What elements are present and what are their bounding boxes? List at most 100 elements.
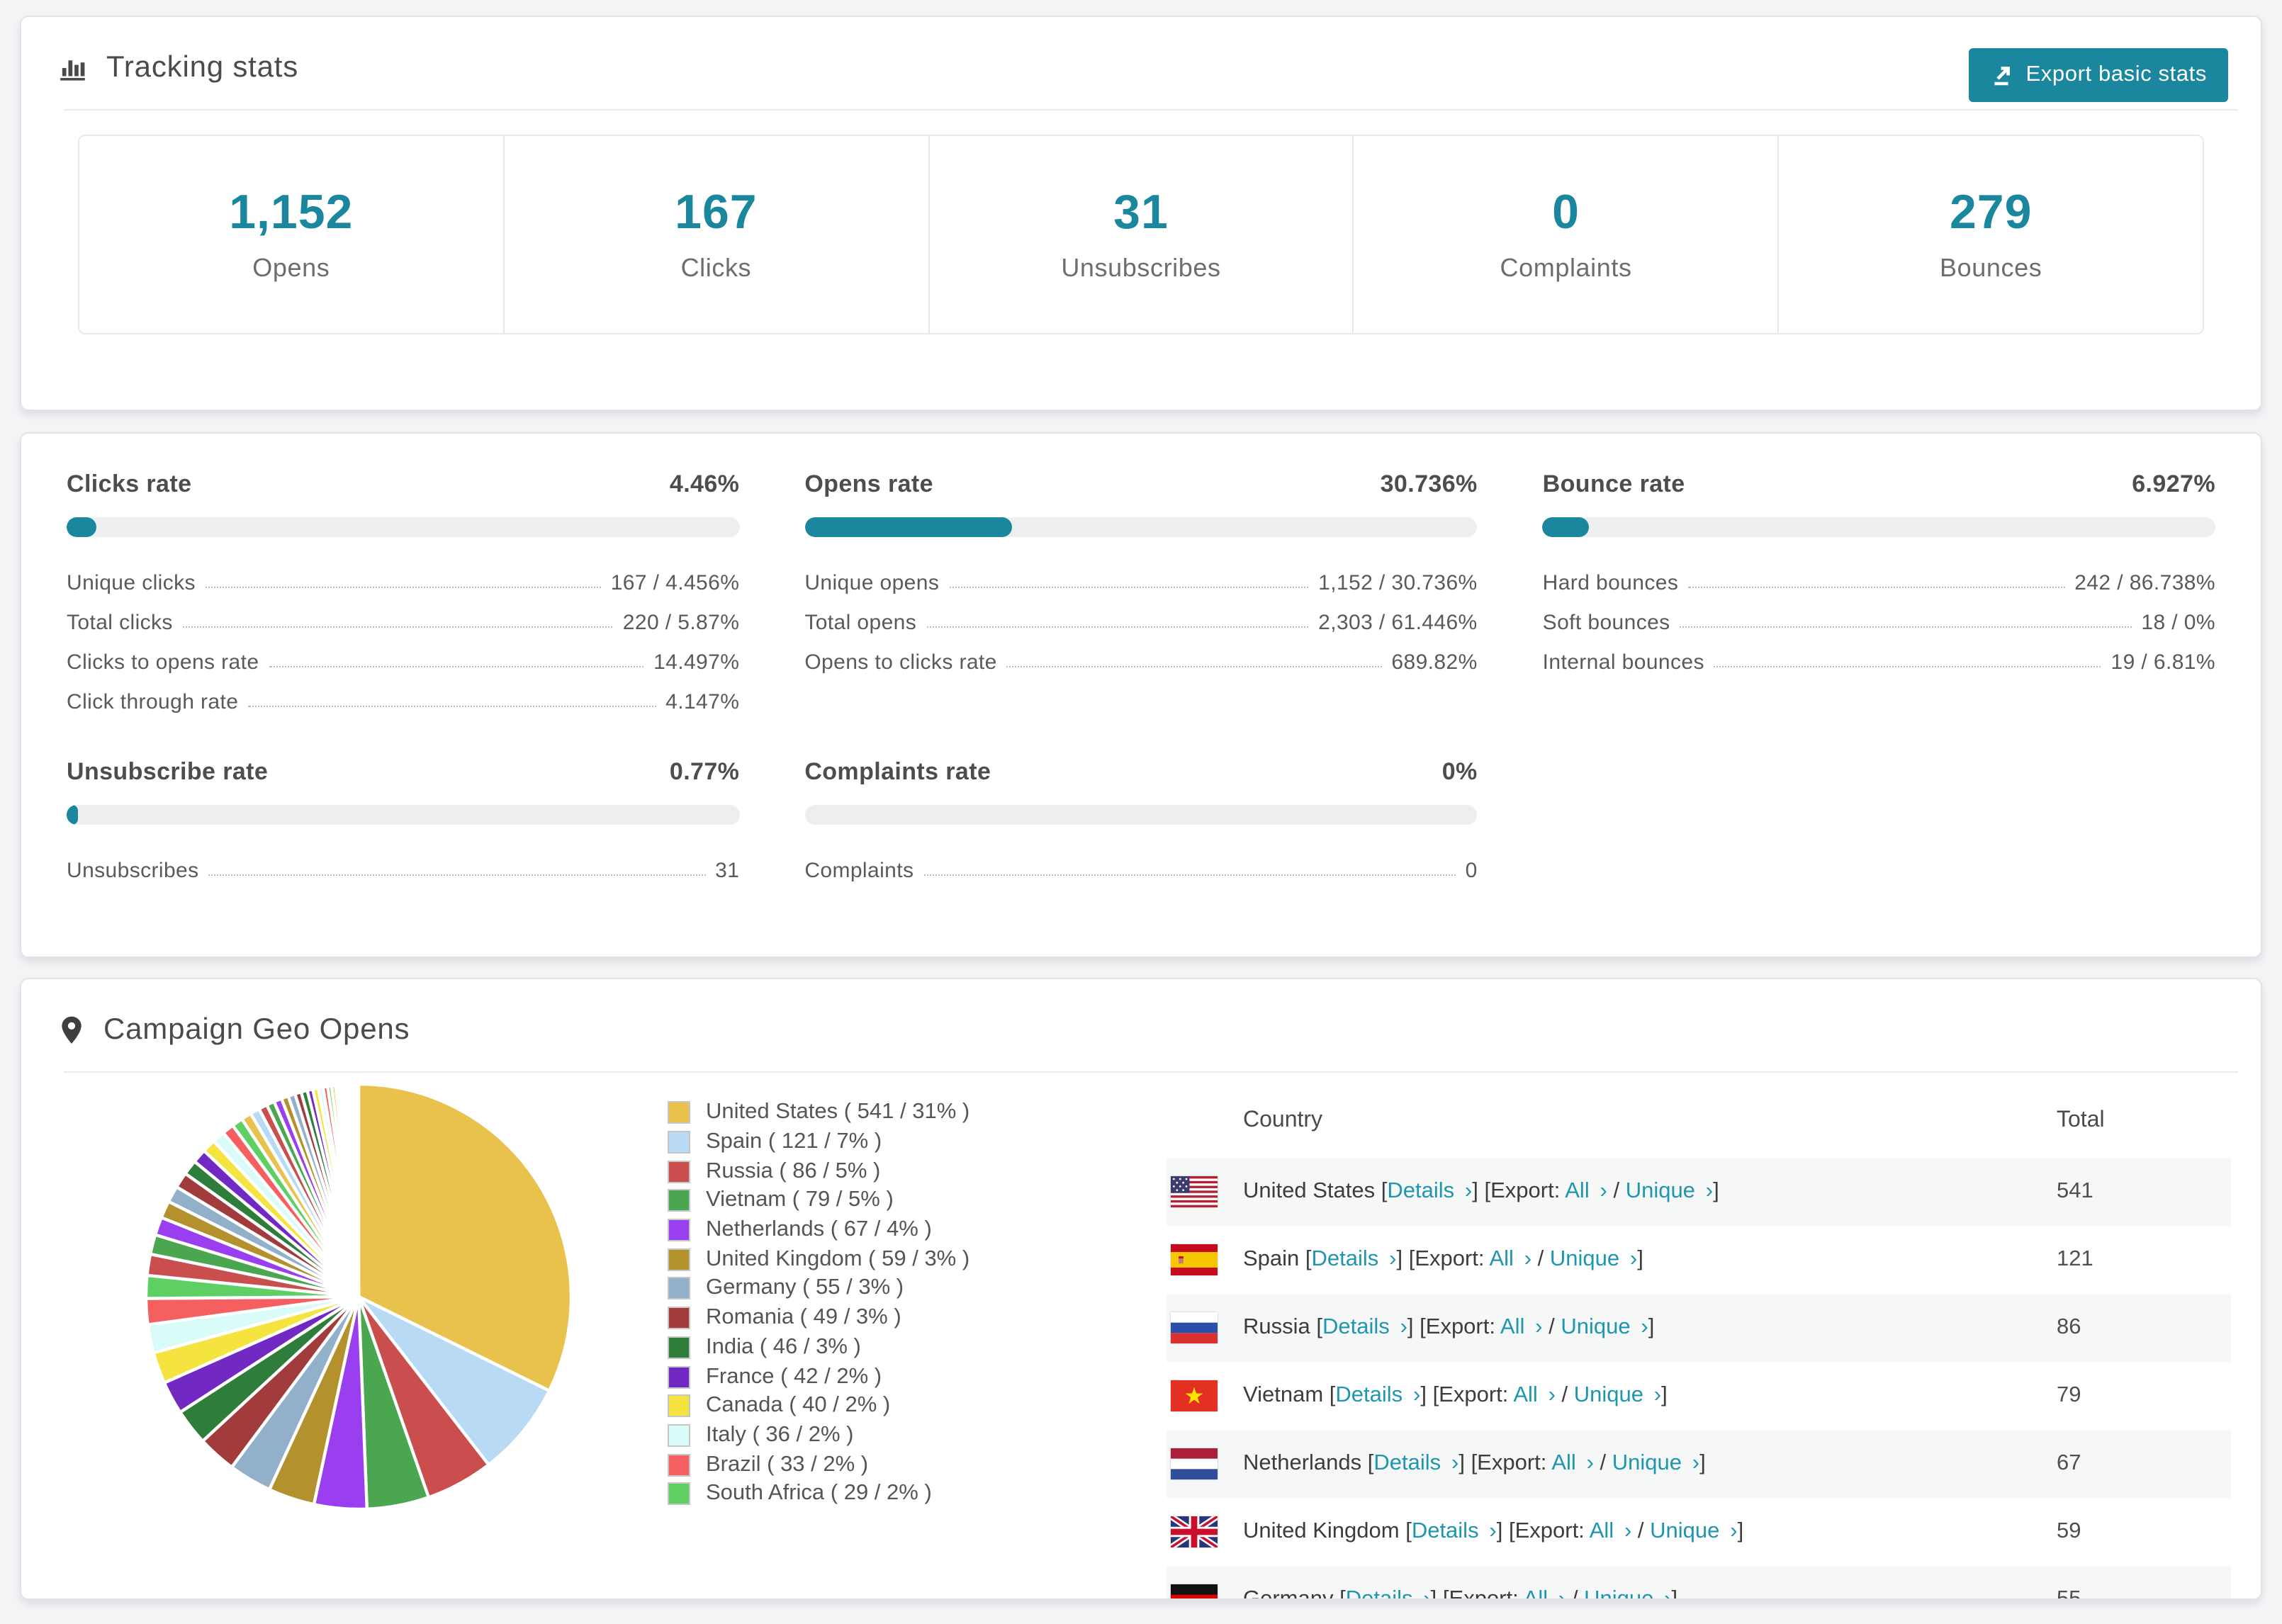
stat-label: Bounces bbox=[1940, 254, 2042, 282]
export-label: [Export: bbox=[1408, 1247, 1490, 1271]
stat-label: Complaints bbox=[1500, 254, 1632, 282]
export-all-link[interactable]: All › bbox=[1590, 1519, 1632, 1543]
details-link[interactable]: Details › bbox=[1322, 1315, 1407, 1339]
dotted-leader bbox=[1680, 626, 2132, 628]
bracket: ] bbox=[1472, 1179, 1485, 1203]
legend-item: India ( 46 / 3% ) bbox=[668, 1333, 969, 1362]
tracking-stats-title: Tracking stats bbox=[106, 51, 299, 84]
legend-label: Italy ( 36 / 2% ) bbox=[706, 1422, 854, 1447]
legend-item: Germany ( 55 / 3% ) bbox=[668, 1274, 969, 1303]
rate-progress-bar bbox=[67, 805, 740, 825]
export-unique-link[interactable]: Unique › bbox=[1650, 1519, 1737, 1543]
export-unique-link[interactable]: Unique › bbox=[1612, 1451, 1699, 1475]
country-cell: United States [Details ›] [Export: All ›… bbox=[1167, 1179, 2057, 1205]
rate-detail-label: Total clicks bbox=[67, 611, 173, 635]
country-name: Vietnam bbox=[1243, 1383, 1330, 1407]
rate-detail-row: Clicks to opens rate 14.497% bbox=[67, 641, 739, 680]
bracket: ] bbox=[1671, 1587, 1678, 1600]
pie-slice bbox=[356, 1082, 361, 1297]
legend-label: South Africa ( 29 / 2% ) bbox=[706, 1481, 932, 1506]
bracket: ] bbox=[1699, 1451, 1706, 1475]
table-row-vn: Vietnam [Details ›] [Export: All › / Uni… bbox=[1167, 1362, 2231, 1430]
legend-item: United Kingdom ( 59 / 3% ) bbox=[668, 1245, 969, 1274]
total-cell: 59 bbox=[2057, 1519, 2081, 1543]
details-link[interactable]: Details › bbox=[1412, 1519, 1497, 1543]
rates-bottom-row: Unsubscribe rate 0.77% Unsubscribes 31 Compl… bbox=[67, 758, 2215, 889]
legend-label: United States ( 541 / 31% ) bbox=[706, 1100, 970, 1124]
rate-detail-value: 167 / 4.456% bbox=[610, 571, 740, 595]
legend-item: Vietnam ( 79 / 5% ) bbox=[668, 1186, 969, 1215]
rate-detail-value: 689.82% bbox=[1391, 650, 1478, 675]
legend-label: United Kingdom ( 59 / 3% ) bbox=[706, 1246, 970, 1271]
geo-opens-table: Country Total United States [Details ›] … bbox=[1167, 1084, 2231, 1600]
export-unique-link[interactable]: Unique › bbox=[1550, 1247, 1637, 1271]
legend-item: Brazil ( 33 / 2% ) bbox=[668, 1450, 969, 1479]
country-cell: United Kingdom [Details ›] [Export: All … bbox=[1167, 1519, 2057, 1545]
export-all-link[interactable]: All › bbox=[1489, 1247, 1531, 1271]
rate-detail-value: 242 / 86.738% bbox=[2074, 571, 2215, 595]
es-flag-icon bbox=[1171, 1244, 1218, 1275]
geo-table-body: United States [Details ›] [Export: All ›… bbox=[1167, 1158, 2231, 1600]
legend-item: Romania ( 49 / 3% ) bbox=[668, 1304, 969, 1333]
rate-detail-label: Unique clicks bbox=[67, 571, 196, 595]
map-marker-icon bbox=[58, 1015, 85, 1046]
rate-detail-label: Unique opens bbox=[804, 571, 940, 595]
rate-detail-row: Unique opens 1,152 / 30.736% bbox=[804, 561, 1477, 601]
bracket: ] bbox=[1396, 1247, 1409, 1271]
export-all-link[interactable]: All › bbox=[1500, 1315, 1543, 1339]
table-row-ru: Russia [Details ›] [Export: All › / Uniq… bbox=[1167, 1294, 2231, 1362]
legend-label: France ( 42 / 2% ) bbox=[706, 1364, 882, 1389]
pie-legend: United States ( 541 / 31% ) Spain ( 121 /… bbox=[668, 1098, 969, 1509]
rates-card: Clicks rate 4.46% Unique clicks 167 / 4.456… bbox=[20, 432, 2262, 958]
stat-value: 167 bbox=[675, 186, 758, 239]
export-unique-link[interactable]: Unique › bbox=[1574, 1383, 1661, 1407]
stat-box-complaints: 0 Complaints bbox=[1352, 136, 1778, 333]
rate-value: 6.927% bbox=[2132, 470, 2215, 497]
rate-progress-bar bbox=[67, 517, 740, 537]
details-link[interactable]: Details › bbox=[1387, 1179, 1472, 1203]
legend-item: France ( 42 / 2% ) bbox=[668, 1362, 969, 1391]
total-cell: 541 bbox=[2057, 1179, 2093, 1203]
bracket: ] bbox=[1637, 1247, 1643, 1271]
dashboard-page: Tracking stats Export basic stats 1,152 O… bbox=[0, 0, 2282, 1624]
slash-separator: / bbox=[1631, 1519, 1651, 1543]
slash-separator: / bbox=[1566, 1587, 1585, 1600]
legend-label: Canada ( 40 / 2% ) bbox=[706, 1393, 891, 1418]
bracket: ] bbox=[1713, 1179, 1719, 1203]
dotted-leader bbox=[1688, 587, 2065, 588]
bracket: ] bbox=[1648, 1315, 1655, 1339]
country-cell: Russia [Details ›] [Export: All › / Uniq… bbox=[1167, 1315, 2057, 1341]
header-divider bbox=[64, 109, 2238, 111]
stat-label: Unsubscribes bbox=[1061, 254, 1221, 282]
dotted-leader bbox=[926, 626, 1309, 628]
geo-opens-pie-chart bbox=[144, 1082, 573, 1511]
bracket: ] bbox=[1420, 1383, 1433, 1407]
rate-section-clicks-rate: Clicks rate 4.46% Unique clicks 167 / 4.456… bbox=[67, 470, 740, 720]
details-link[interactable]: Details › bbox=[1346, 1587, 1431, 1598]
legend-swatch bbox=[668, 1101, 690, 1124]
export-unique-link[interactable]: Unique › bbox=[1561, 1315, 1648, 1339]
details-link[interactable]: Details › bbox=[1312, 1247, 1397, 1271]
export-unique-link[interactable]: Unique › bbox=[1584, 1587, 1671, 1598]
details-link[interactable]: Details › bbox=[1373, 1451, 1458, 1475]
export-all-link[interactable]: All › bbox=[1524, 1587, 1566, 1598]
export-all-link[interactable]: All › bbox=[1565, 1179, 1607, 1203]
export-all-link[interactable]: All › bbox=[1513, 1383, 1556, 1407]
rate-detail-label: Total opens bbox=[804, 611, 917, 635]
details-link[interactable]: Details › bbox=[1335, 1383, 1420, 1407]
export-all-link[interactable]: All › bbox=[1551, 1451, 1594, 1475]
rate-detail-label: Complaints bbox=[804, 859, 914, 883]
export-unique-link[interactable]: Unique › bbox=[1626, 1179, 1713, 1203]
export-label: [Export: bbox=[1420, 1315, 1500, 1339]
bracket: ] bbox=[1496, 1519, 1509, 1543]
legend-item: Italy ( 36 / 2% ) bbox=[668, 1421, 969, 1450]
rate-title: Unsubscribe rate bbox=[67, 758, 269, 785]
rate-detail-value: 220 / 5.87% bbox=[622, 611, 740, 635]
rate-detail-row: Total opens 2,303 / 61.446% bbox=[804, 601, 1477, 641]
legend-label: Netherlands ( 67 / 4% ) bbox=[706, 1217, 932, 1242]
stats-summary-row: 1,152 Opens 167 Clicks 31 Unsubscribes 0 Compla… bbox=[78, 135, 2204, 334]
table-row-de: Germany [Details ›] [Export: All › / Uni… bbox=[1167, 1566, 2231, 1600]
tracking-stats-card: Tracking stats Export basic stats 1,152 O… bbox=[20, 16, 2262, 411]
legend-swatch bbox=[668, 1219, 690, 1242]
export-basic-stats-button[interactable]: Export basic stats bbox=[1969, 48, 2228, 102]
